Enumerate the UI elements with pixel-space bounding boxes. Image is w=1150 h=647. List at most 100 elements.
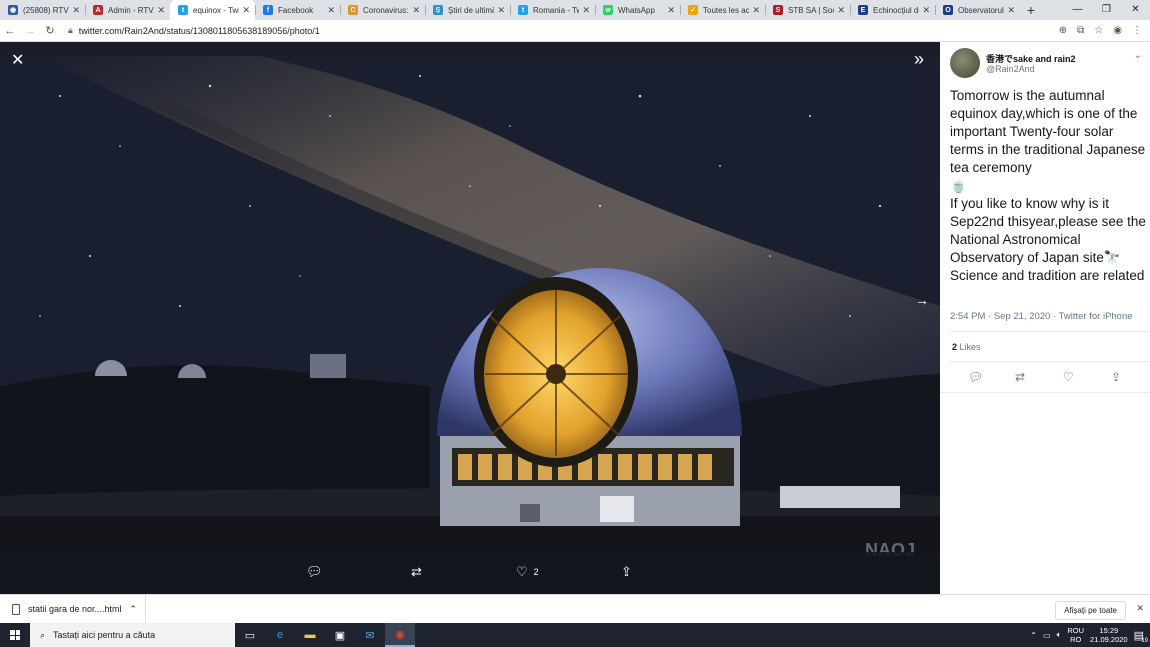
reply-icon[interactable]: 💬︎ xyxy=(306,564,323,580)
address-bar[interactable]: twitter.com/Rain2And/status/130801180563… xyxy=(79,26,1059,36)
close-window-icon[interactable]: ✕ xyxy=(1121,0,1150,18)
tab-close-icon[interactable]: ✕ xyxy=(242,5,250,16)
tab-title: STB SA | Socie xyxy=(788,5,835,15)
tab-close-icon[interactable]: ✕ xyxy=(582,5,590,16)
browser-tab[interactable]: S STB SA | Socie✕ xyxy=(765,0,850,20)
search-icon: ⌕ xyxy=(40,629,46,640)
tab-favicon-news5-icon: O xyxy=(943,5,953,15)
tab-title: equinox - Twi xyxy=(193,5,240,15)
language-code: ROU xyxy=(1067,626,1085,635)
install-icon[interactable]: ⊕ xyxy=(1059,25,1067,36)
tab-favicon-admin-icon: A xyxy=(93,5,103,15)
bookmark-star-icon[interactable]: ☆ xyxy=(1094,25,1103,36)
tweet-timestamp[interactable]: 2:54 PM · Sep 21, 2020 · Twitter for iPh… xyxy=(950,311,1133,322)
likes-label: Likes xyxy=(959,342,981,352)
tab-close-icon[interactable]: ✕ xyxy=(157,5,165,16)
divider xyxy=(950,361,1150,362)
tweet-paragraph: Science and tradition are related xyxy=(950,268,1145,283)
avatar[interactable] xyxy=(950,48,980,78)
back-arrow-icon[interactable]: ← xyxy=(0,25,20,37)
tab-close-icon[interactable]: ✕ xyxy=(72,5,80,16)
chevron-down-icon[interactable]: ⌄ xyxy=(1134,50,1142,61)
tab-title: Știri de ultimă xyxy=(448,5,495,15)
like-button[interactable]: ♡ 2 xyxy=(516,564,539,580)
show-all-button[interactable]: Afișați pe toate xyxy=(1055,601,1126,620)
chevron-up-icon[interactable]: ⌃ xyxy=(130,604,138,615)
heart-icon[interactable]: ♡ xyxy=(1063,370,1074,384)
tab-title: Facebook xyxy=(278,5,314,15)
windows-taskbar: ⌕ Tastați aici pentru a căuta ▭ e ▬ ▣ ✉ … xyxy=(0,623,1150,647)
language-indicator[interactable]: ROU RO xyxy=(1067,626,1084,644)
tab-title: (25808) RTV Vi xyxy=(23,5,69,15)
browser-tab[interactable]: E Echinocțiul de ✕ xyxy=(850,0,935,20)
task-view-icon[interactable]: ▭ xyxy=(235,623,265,647)
collapse-panel-icon[interactable]: » xyxy=(914,49,924,70)
menu-kebab-icon[interactable]: ⋮ xyxy=(1132,25,1142,36)
tab-title: Observatorul xyxy=(958,5,1004,15)
browser-tab[interactable]: C Coronavirus: R✕ xyxy=(340,0,425,20)
close-shelf-icon[interactable]: ✕ xyxy=(1136,603,1144,614)
start-button[interactable] xyxy=(0,623,30,647)
store-icon[interactable]: ▣ xyxy=(325,623,355,647)
browser-tab[interactable]: t equinox - Twi ✕ xyxy=(170,0,255,20)
browser-tab[interactable]: ✓ Toutes les actu✕ xyxy=(680,0,765,20)
file-explorer-icon[interactable]: ▬ xyxy=(295,623,325,647)
share-icon[interactable]: ⇪ xyxy=(621,564,632,580)
telescope-emoji: 🔭 xyxy=(1103,250,1121,265)
clock-date: 21.09.2020 xyxy=(1090,635,1128,644)
browser-tab[interactable]: A Admin - RTV.ro✕ xyxy=(85,0,170,20)
browser-tab[interactable]: ◉ (25808) RTV Vi✕ xyxy=(0,0,85,20)
share-icon[interactable]: ⇪ xyxy=(1111,370,1121,384)
network-icon[interactable]: ▭ xyxy=(1043,631,1051,640)
new-tab-icon[interactable]: + xyxy=(1020,0,1042,20)
tab-close-icon[interactable]: ✕ xyxy=(1007,5,1015,16)
close-viewer-icon[interactable]: ✕ xyxy=(11,50,24,70)
system-tray: ⌃ ▭ 🔈︎ ROU RO 15:29 21.09.2020 ▤ 19 xyxy=(1030,623,1150,647)
translate-icon[interactable]: ⧉ xyxy=(1077,25,1084,36)
forward-arrow-icon[interactable]: → xyxy=(20,25,40,37)
tab-close-icon[interactable]: ✕ xyxy=(667,5,675,16)
notification-count: 19 xyxy=(1141,637,1148,644)
chrome-icon[interactable]: ◉ xyxy=(385,623,415,647)
windows-logo-icon xyxy=(10,630,20,640)
tab-close-icon[interactable]: ✕ xyxy=(752,5,760,16)
retweet-icon[interactable]: ⇄ xyxy=(411,564,422,580)
browser-tab[interactable]: t Romania - Twi ✕ xyxy=(510,0,595,20)
taskbar-search[interactable]: ⌕ Tastați aici pentru a căuta xyxy=(30,623,235,647)
tab-close-icon[interactable]: ✕ xyxy=(412,5,420,16)
user-handle[interactable]: @Rain2And xyxy=(986,64,1035,74)
next-photo-icon[interactable]: → xyxy=(915,292,929,308)
search-placeholder: Tastați aici pentru a căuta xyxy=(53,630,156,640)
tab-close-icon[interactable]: ✕ xyxy=(922,5,930,16)
edge-icon[interactable]: e xyxy=(265,623,295,647)
notification-center-icon[interactable]: ▤ 19 xyxy=(1134,629,1148,644)
photo-action-bar: 💬︎ ⇄ ♡ 2 ⇪ xyxy=(0,552,940,594)
browser-tab[interactable]: w WhatsApp ✕ xyxy=(595,0,680,20)
lock-icon: 🔒︎ xyxy=(68,25,73,35)
browser-tab[interactable]: Ș Știri de ultimă ✕ xyxy=(425,0,510,20)
tab-title: WhatsApp xyxy=(618,5,655,15)
likes-stat[interactable]: 2 Likes xyxy=(952,342,981,352)
chevron-up-icon[interactable]: ⌃ xyxy=(1030,631,1037,640)
tab-favicon-news-icon: C xyxy=(348,5,358,15)
minimize-icon[interactable]: — xyxy=(1063,0,1092,18)
clock-time: 15:29 xyxy=(1099,626,1119,635)
profile-icon[interactable]: ◉ xyxy=(1113,25,1122,36)
clock[interactable]: 15:29 21.09.2020 xyxy=(1090,626,1128,644)
maximize-icon[interactable]: ❐ xyxy=(1092,0,1121,18)
tab-close-icon[interactable]: ✕ xyxy=(497,5,505,16)
divider xyxy=(940,392,1150,393)
heart-icon: ♡ xyxy=(516,564,528,579)
tab-close-icon[interactable]: ✕ xyxy=(327,5,335,16)
browser-tab[interactable]: O Observatorul ✕ xyxy=(935,0,1020,20)
reply-icon[interactable]: 💬︎ xyxy=(968,370,983,384)
telescope-photo: NAOJ xyxy=(0,56,940,593)
reload-icon[interactable]: ↻ xyxy=(40,24,60,37)
retweet-icon[interactable]: ⇄ xyxy=(1015,370,1025,384)
mail-icon[interactable]: ✉ xyxy=(355,623,385,647)
volume-icon[interactable]: 🔈︎ xyxy=(1057,630,1062,640)
download-item[interactable]: statii gara de nor....html ⌃ xyxy=(0,594,147,624)
tab-title: Toutes les actu xyxy=(703,5,750,15)
browser-tab[interactable]: f Facebook ✕ xyxy=(255,0,340,20)
tab-close-icon[interactable]: ✕ xyxy=(837,5,845,16)
